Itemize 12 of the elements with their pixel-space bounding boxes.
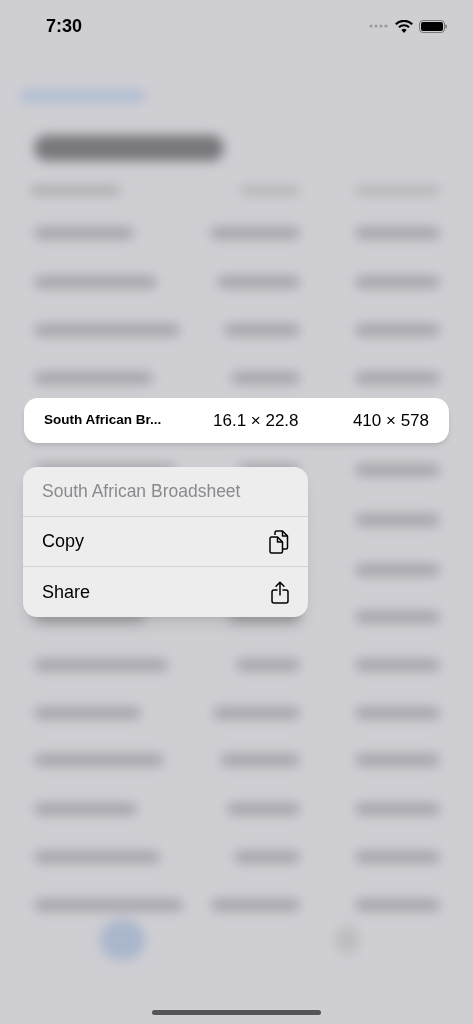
menu-title: South African Broadsheet [42,480,241,504]
menu-item[interactable]: Copy [23,517,308,567]
signal-icon [369,24,389,28]
item-name: South African Br... [44,411,163,430]
share-icon [271,580,289,604]
copy-icon [269,529,289,554]
status-time: 7:30 [46,14,83,38]
size-cm: 16.1 × 22.8 [213,409,299,432]
size-px: 410 × 578 [352,409,429,432]
wifi-icon [395,19,413,33]
battery-icon [419,19,447,33]
menu-item[interactable]: Share [23,567,308,617]
